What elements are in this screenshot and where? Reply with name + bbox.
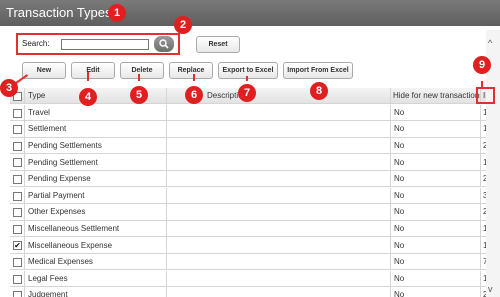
cell-description	[166, 137, 390, 154]
scroll-down-arrow-icon[interactable]: v	[488, 284, 493, 294]
annotation-arrow-4	[87, 72, 89, 81]
cell-hide: No	[390, 137, 480, 154]
cell-description	[166, 104, 390, 120]
delete-button[interactable]: Delete	[120, 62, 164, 79]
column-header-hide[interactable]: Hide for new transactions	[390, 88, 480, 104]
cell-description	[166, 237, 390, 253]
id-column-highlight	[476, 87, 495, 104]
cell-type: Miscellaneous Expense	[24, 237, 166, 253]
cell-description	[166, 220, 390, 237]
cell-description	[166, 187, 390, 203]
cell-description	[166, 287, 390, 297]
annotation-badge-6: 6	[185, 86, 203, 104]
cell-hide: No	[390, 104, 480, 120]
window-title: Transaction Types	[6, 5, 112, 20]
cell-description	[166, 121, 390, 137]
cell-description	[166, 171, 390, 187]
replace-button[interactable]: Replace	[169, 62, 213, 79]
annotation-badge-1: 1	[108, 4, 126, 22]
annotation-badge-5: 5	[130, 86, 148, 104]
row-checkbox[interactable]	[13, 141, 22, 151]
cell-hide: No	[390, 171, 480, 187]
table-row[interactable]: JudgementNo20	[10, 287, 492, 297]
annotation-arrow-6	[193, 74, 195, 81]
table-row[interactable]: ✔Miscellaneous ExpenseNo13	[10, 237, 492, 254]
table-row[interactable]: Legal FeesNo15	[10, 270, 492, 287]
cell-hide: No	[390, 154, 480, 170]
table-row[interactable]: Miscellaneous SettlementNo12	[10, 220, 492, 238]
cell-type: Pending Expense	[24, 171, 166, 187]
cell-hide: No	[390, 204, 480, 220]
cell-type: Pending Settlements	[24, 137, 166, 154]
annotation-badge-3: 3	[0, 79, 18, 97]
annotation-arrow-5	[138, 74, 140, 81]
cell-hide: No	[390, 121, 480, 137]
cell-type: Partial Payment	[24, 187, 166, 203]
annotation-badge-7: 7	[238, 84, 256, 102]
cell-description	[166, 204, 390, 220]
cell-type: Pending Settlement	[24, 154, 166, 170]
cell-type: Medical Expenses	[24, 254, 166, 270]
cell-type: Miscellaneous Settlement	[24, 220, 166, 237]
edit-button[interactable]: Edit	[71, 62, 115, 79]
table-row[interactable]: Medical ExpensesNo7	[10, 254, 490, 271]
row-checkbox[interactable]: ✔	[13, 241, 22, 251]
annotation-badge-8: 8	[310, 82, 328, 100]
row-checkbox[interactable]	[13, 274, 22, 284]
scroll-up-arrow-icon[interactable]: ^	[488, 38, 492, 48]
cell-type: Judgement	[24, 287, 166, 297]
cell-type: Legal Fees	[24, 270, 166, 286]
cell-description	[166, 270, 390, 286]
search-highlight	[16, 33, 180, 55]
table-row[interactable]: Pending SettlementNo1	[10, 154, 490, 171]
row-checkbox[interactable]	[13, 125, 22, 135]
cell-description	[166, 154, 390, 170]
cell-type: Settlement	[24, 121, 166, 137]
table-row[interactable]: SettlementNo14	[10, 121, 492, 138]
export-to-excel-button[interactable]: Export to Excel	[218, 62, 278, 79]
cell-hide: No	[390, 237, 480, 253]
cell-hide: No	[390, 287, 480, 297]
cell-type: Travel	[24, 104, 166, 120]
row-checkbox[interactable]	[13, 291, 22, 297]
table-row[interactable]: Other ExpensesNo23	[10, 204, 492, 221]
row-checkbox[interactable]	[13, 158, 22, 168]
annotation-badge-2: 2	[174, 16, 192, 34]
cell-hide: No	[390, 187, 480, 203]
cell-hide: No	[390, 220, 480, 237]
row-checkbox[interactable]	[13, 191, 22, 201]
new-button[interactable]: New	[22, 62, 66, 79]
annotation-arrow-7	[246, 76, 248, 81]
annotation-badge-9: 9	[473, 56, 491, 74]
cell-hide: No	[390, 254, 480, 270]
reset-button[interactable]: Reset	[196, 36, 240, 53]
import-from-excel-button[interactable]: Import From Excel	[283, 62, 353, 79]
window-titlebar: Transaction Types	[0, 0, 500, 26]
table-row[interactable]: TravelNo19	[10, 104, 492, 121]
row-checkbox[interactable]	[13, 224, 22, 234]
row-checkbox[interactable]	[13, 175, 22, 184]
cell-hide: No	[390, 270, 480, 286]
table-row[interactable]: Pending SettlementsNo21	[10, 137, 492, 155]
cell-description	[166, 254, 390, 270]
table-row[interactable]: Partial PaymentNo3	[10, 187, 490, 204]
row-checkbox[interactable]	[13, 208, 22, 218]
row-checkbox[interactable]	[13, 108, 22, 118]
table-row[interactable]: Pending ExpenseNo2	[10, 171, 490, 188]
cell-type: Other Expenses	[24, 204, 166, 220]
annotation-badge-4: 4	[79, 88, 97, 106]
row-checkbox[interactable]	[13, 258, 22, 267]
